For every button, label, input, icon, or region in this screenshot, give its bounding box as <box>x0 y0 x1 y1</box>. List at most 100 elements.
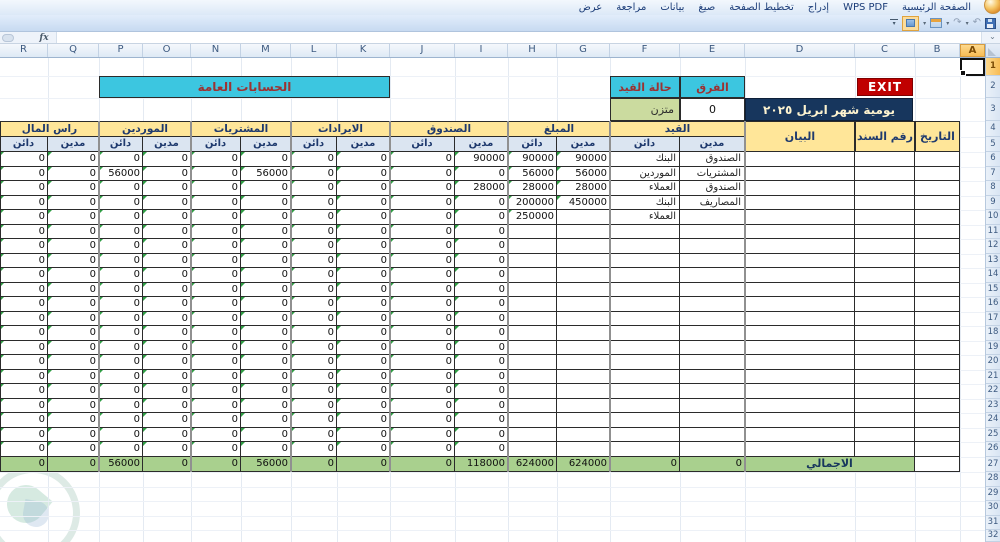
cell-sup_debit[interactable]: 0 <box>143 152 191 167</box>
cell-cash_credit[interactable]: 0 <box>390 224 455 240</box>
cell-sup_credit[interactable]: 0 <box>99 253 143 269</box>
cell-cap_credit[interactable]: 0 <box>0 326 48 341</box>
total-amount_debit[interactable]: 624000 <box>557 457 610 472</box>
cell-sup_credit[interactable]: 0 <box>99 224 143 240</box>
row-header-31[interactable]: 31 <box>986 516 1000 530</box>
cell-sup_debit[interactable]: 0 <box>143 442 191 457</box>
cell-statement[interactable] <box>745 297 855 312</box>
cell-entry_debit[interactable] <box>680 384 745 399</box>
cell-statement[interactable] <box>745 311 855 327</box>
credit-subheader[interactable]: دائن <box>291 137 337 152</box>
cell-amount_debit[interactable] <box>557 311 610 327</box>
cell-date[interactable] <box>915 297 960 312</box>
cell-pur_credit[interactable]: 0 <box>191 253 241 269</box>
cell-cap_credit[interactable]: 0 <box>0 210 48 225</box>
cell-amount_credit[interactable] <box>508 413 557 428</box>
total-pur_credit[interactable]: 0 <box>191 457 241 472</box>
cell-sup_debit[interactable]: 0 <box>143 413 191 428</box>
cell-rev_credit[interactable]: 0 <box>291 427 337 443</box>
row-header-5[interactable]: 5 <box>986 137 1000 152</box>
cell-cash_debit[interactable]: 0 <box>455 442 508 457</box>
cell-sup_debit[interactable]: 0 <box>143 210 191 225</box>
cell-pur_credit[interactable]: 0 <box>191 427 241 443</box>
row-header-19[interactable]: 19 <box>986 341 1000 356</box>
cell-date[interactable] <box>915 326 960 341</box>
cell-pur_debit[interactable]: 0 <box>241 239 291 254</box>
cell-cap_credit[interactable]: 0 <box>0 340 48 356</box>
credit-subheader[interactable]: دائن <box>191 137 241 152</box>
cell-rev_debit[interactable]: 0 <box>337 297 390 312</box>
cell-doc_no[interactable] <box>855 311 915 327</box>
cell-statement[interactable] <box>745 326 855 341</box>
cell-sup_debit[interactable]: 0 <box>143 326 191 341</box>
cell-amount_debit[interactable] <box>557 384 610 399</box>
cell-cap_credit[interactable]: 0 <box>0 152 48 167</box>
cell-rev_credit[interactable]: 0 <box>291 398 337 414</box>
cell-doc_no[interactable] <box>855 224 915 240</box>
cell-statement[interactable] <box>745 253 855 269</box>
total-cap_credit[interactable]: 0 <box>0 457 48 472</box>
cell-cash_credit[interactable]: 0 <box>390 297 455 312</box>
cell-statement[interactable] <box>745 355 855 370</box>
cell-rev_debit[interactable]: 0 <box>337 398 390 414</box>
cell-sup_credit[interactable]: 0 <box>99 311 143 327</box>
cell-sup_credit[interactable]: 0 <box>99 195 143 211</box>
cell-rev_debit[interactable]: 0 <box>337 181 390 196</box>
row-header-20[interactable]: 20 <box>986 355 1000 370</box>
column-header-Q[interactable]: Q <box>48 44 99 57</box>
cell-pur_debit[interactable]: 0 <box>241 253 291 269</box>
cell-pur_debit[interactable]: 0 <box>241 398 291 414</box>
cell-pur_debit[interactable]: 0 <box>241 340 291 356</box>
cell-amount_credit[interactable] <box>508 311 557 327</box>
cell-entry_debit[interactable] <box>680 340 745 356</box>
exit-button[interactable]: EXIT <box>857 78 913 96</box>
total-rev_debit[interactable]: 0 <box>337 457 390 472</box>
column-header-C[interactable]: C <box>855 44 915 57</box>
total-entry_debit[interactable]: 0 <box>680 457 745 472</box>
cell-entry_credit[interactable] <box>610 268 680 283</box>
cell-entry_debit[interactable] <box>680 297 745 312</box>
column-header-I[interactable]: I <box>455 44 508 57</box>
cell-entry_credit[interactable]: العملاء <box>610 210 680 225</box>
formula-bar-expand-icon[interactable]: ⌄ <box>985 32 1000 43</box>
cell-sup_credit[interactable]: 0 <box>99 282 143 298</box>
cell-doc_no[interactable] <box>855 413 915 428</box>
cell-pur_debit[interactable]: 0 <box>241 311 291 327</box>
name-box[interactable] <box>2 34 14 42</box>
cell-sup_credit[interactable]: 0 <box>99 369 143 385</box>
cell-cap_credit[interactable]: 0 <box>0 442 48 457</box>
cell-cash_credit[interactable]: 0 <box>390 239 455 254</box>
cell-cap_credit[interactable]: 0 <box>0 398 48 414</box>
cell-amount_credit[interactable]: 200000 <box>508 195 557 211</box>
cell-entry_debit[interactable] <box>680 427 745 443</box>
cell-pur_credit[interactable]: 0 <box>191 369 241 385</box>
cell-rev_credit[interactable]: 0 <box>291 311 337 327</box>
cell-amount_debit[interactable]: 450000 <box>557 195 610 211</box>
column-header-P[interactable]: P <box>99 44 143 57</box>
cell-pur_credit[interactable]: 0 <box>191 224 241 240</box>
cell-pur_debit[interactable]: 0 <box>241 369 291 385</box>
group-header-4[interactable]: المشتريات <box>191 121 291 137</box>
cell-entry_credit[interactable] <box>610 413 680 428</box>
cell-sup_debit[interactable]: 0 <box>143 427 191 443</box>
cell-cap_debit[interactable]: 0 <box>48 326 99 341</box>
cell-amount_credit[interactable] <box>508 282 557 298</box>
cell-statement[interactable] <box>745 442 855 457</box>
cell-entry_debit[interactable] <box>680 224 745 240</box>
cell-amount_credit[interactable] <box>508 297 557 312</box>
cell-entry_credit[interactable]: البنك <box>610 152 680 167</box>
cell-rev_debit[interactable]: 0 <box>337 355 390 370</box>
column-header-E[interactable]: E <box>680 44 745 57</box>
cell-cap_debit[interactable]: 0 <box>48 181 99 196</box>
cell-rev_credit[interactable]: 0 <box>291 253 337 269</box>
cell-cap_debit[interactable]: 0 <box>48 442 99 457</box>
row-header-2[interactable]: 2 <box>986 76 1000 98</box>
cell-rev_debit[interactable]: 0 <box>337 326 390 341</box>
cell-amount_debit[interactable] <box>557 224 610 240</box>
cell-sup_debit[interactable]: 0 <box>143 384 191 399</box>
row-header-17[interactable]: 17 <box>986 312 1000 327</box>
cell-entry_debit[interactable] <box>680 398 745 414</box>
tab-page-layout[interactable]: تخطيط الصفحة <box>722 0 801 15</box>
cell-amount_debit[interactable] <box>557 398 610 414</box>
cell-amount_credit[interactable] <box>508 398 557 414</box>
